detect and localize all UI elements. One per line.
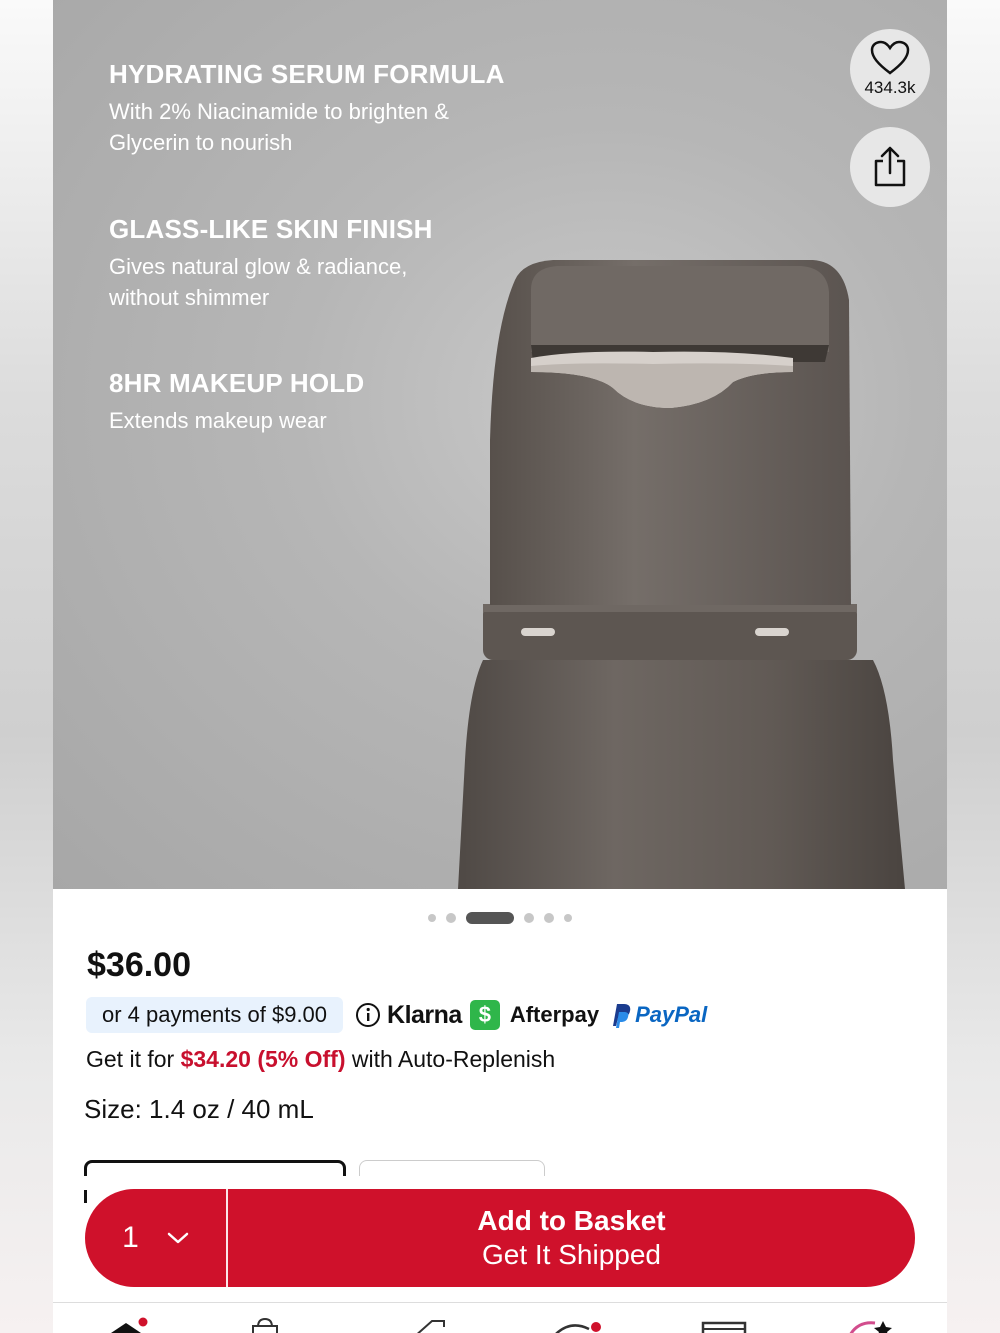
klarna-logo: Klarna	[387, 1000, 462, 1029]
claim-title: 8HR MAKEUP HOLD	[109, 368, 365, 398]
product-size: Size: 1.4 oz / 40 mL	[84, 1094, 314, 1124]
carousel-dot[interactable]	[524, 913, 534, 923]
claim-hydrating: HYDRATING SERUM FORMULA With 2% Niacinam…	[109, 58, 505, 158]
afterpay-icon: $	[469, 1000, 500, 1030]
me-icon[interactable]	[843, 1317, 899, 1333]
bottom-tab-bar	[53, 1302, 947, 1333]
favorite-button[interactable]: 434.3k	[850, 29, 930, 109]
home-icon[interactable]	[101, 1317, 151, 1333]
cta-divider	[226, 1189, 228, 1287]
quantity-value: 1	[122, 1221, 139, 1254]
heart-icon	[870, 40, 910, 75]
share-button[interactable]	[850, 127, 930, 207]
paypal-logo: PayPal	[635, 1002, 708, 1027]
payment-options[interactable]: or 4 payments of $9.00 Klarna $ Afterpay…	[86, 997, 707, 1033]
claim-text: With 2% Niacinamide to brighten & Glycer…	[109, 99, 449, 155]
claim-title: GLASS-LIKE SKIN FINISH	[109, 214, 433, 244]
favorite-count: 434.3k	[864, 78, 916, 97]
afterpay-logo: Afterpay	[509, 1002, 600, 1027]
shop-icon[interactable]	[248, 1317, 282, 1333]
product-price: $36.00	[87, 946, 191, 984]
product-image-carousel[interactable]: HYDRATING SERUM FORMULA With 2% Niacinam…	[53, 0, 947, 889]
carousel-dot[interactable]	[564, 914, 572, 922]
share-icon	[874, 146, 906, 187]
carousel-dot[interactable]	[544, 913, 554, 923]
auto-replenish-offer: Get it for $34.20 (5% Off) with Auto-Rep…	[86, 1046, 555, 1073]
info-icon[interactable]	[355, 1002, 381, 1028]
carousel-indicator[interactable]	[53, 912, 947, 924]
product-page: HYDRATING SERUM FORMULA With 2% Niacinam…	[53, 0, 947, 1333]
claim-makeup-hold: 8HR MAKEUP HOLD Extends makeup wear	[109, 367, 469, 436]
chevron-down-icon	[167, 1232, 189, 1244]
shipping-label: Get It Shipped	[481, 1239, 661, 1270]
claim-glass-skin: GLASS-LIKE SKIN FINISH Gives natural glo…	[109, 213, 469, 313]
auto-replenish-prefix: Get it for	[86, 1046, 181, 1072]
installments-text[interactable]: or 4 payments of $9.00	[86, 997, 344, 1033]
carousel-dot[interactable]	[428, 914, 436, 922]
community-icon[interactable]	[551, 1317, 607, 1333]
paypal-icon	[613, 1004, 631, 1028]
add-to-basket-bar: 1 Add to Basket Get It Shipped	[85, 1189, 915, 1287]
claim-title: HYDRATING SERUM FORMULA	[109, 59, 505, 89]
add-to-basket-button[interactable]: Add to Basket Get It Shipped	[228, 1189, 915, 1287]
claim-text: Extends makeup wear	[109, 408, 327, 433]
carousel-dot[interactable]	[446, 913, 456, 923]
carousel-dot-active[interactable]	[466, 912, 514, 924]
auto-replenish-suffix: with Auto-Replenish	[345, 1046, 556, 1072]
auto-replenish-price: $34.20 (5% Off)	[180, 1046, 346, 1072]
offers-icon[interactable]	[408, 1317, 448, 1333]
swatch-divider	[53, 1176, 947, 1190]
quantity-select[interactable]: 1	[85, 1189, 226, 1287]
store-icon[interactable]	[701, 1317, 747, 1333]
add-to-basket-label: Add to Basket	[477, 1205, 666, 1236]
claim-text: Gives natural glow & radiance, without s…	[109, 254, 408, 310]
